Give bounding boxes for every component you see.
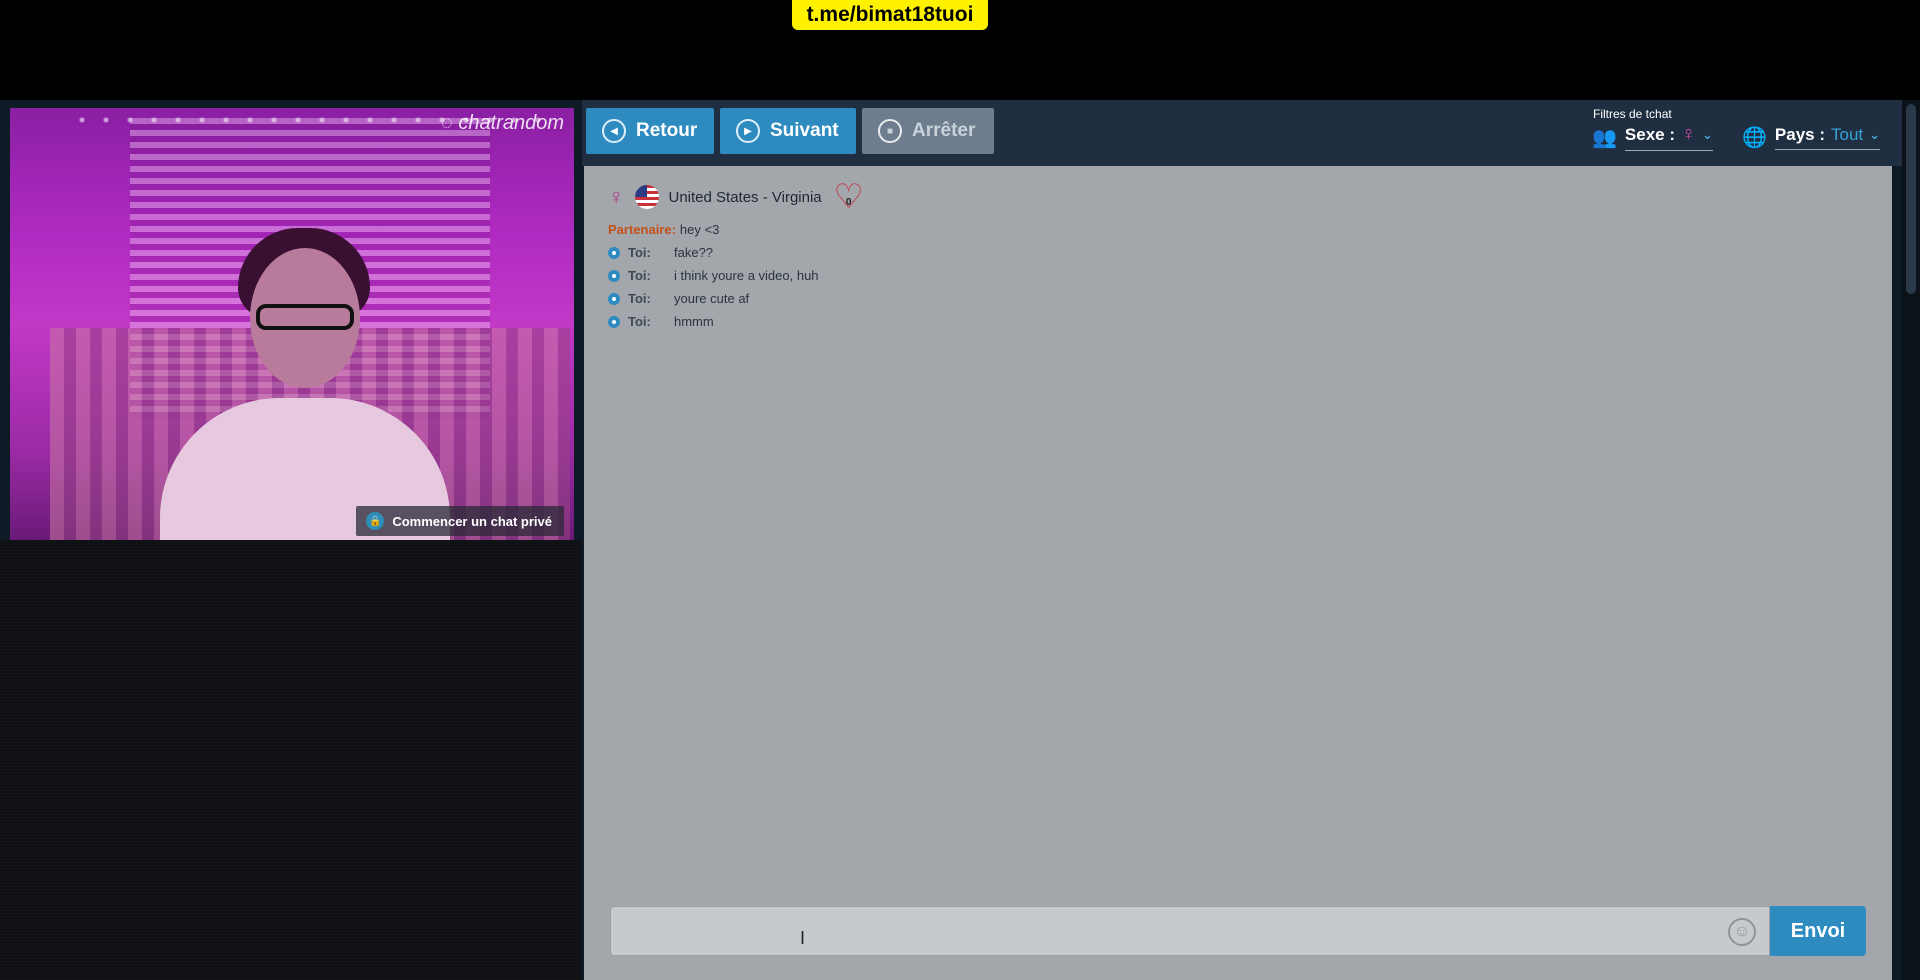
emoji-icon[interactable]: ☺ <box>1728 918 1756 946</box>
message-text: fake?? <box>674 245 714 260</box>
message-self: Toi: fake?? <box>608 241 1408 264</box>
partner-location: United States - Virginia <box>668 188 822 206</box>
top-black-bar: t.me/bimat18tuoi <box>0 0 1920 100</box>
country-filter[interactable]: 🌐 Pays : Tout ⌄ <box>1742 122 1881 152</box>
self-dot-icon <box>608 269 620 282</box>
you-label: Toi: <box>628 314 651 329</box>
us-flag-icon <box>634 185 659 209</box>
page-scrollbar[interactable] <box>1902 100 1920 980</box>
you-label: Toi: <box>628 291 651 306</box>
private-chat-label: Commencer un chat privé <box>392 513 552 529</box>
play-icon: ▶ <box>736 119 760 143</box>
country-label: Pays : <box>1774 124 1825 144</box>
scrollbar-thumb[interactable] <box>1906 104 1916 294</box>
chatrandom-logo: ◌ chatrandom <box>441 112 564 135</box>
message-composer: ☺ Envoi <box>610 906 1866 956</box>
female-symbol-icon: ♀ <box>608 184 625 209</box>
chevron-down-icon: ⌄ <box>1702 126 1713 142</box>
like-count: 0 <box>845 197 852 208</box>
self-dot-icon <box>608 246 620 259</box>
next-button[interactable]: ▶ Suivant <box>720 108 856 154</box>
partner-video: ◌ chatrandom 🔒 Commencer un chat privé <box>10 108 574 540</box>
message-list: Partenaire: hey <3 Toi: fake?? Toi: i th… <box>608 218 1408 333</box>
send-button[interactable]: Envoi <box>1770 906 1866 956</box>
globe-icon: 🌐 <box>1742 126 1767 149</box>
filters-label: Filtres de tchat <box>1593 107 1672 121</box>
partner-info: ♀ United States - Virginia ♡ 0 <box>608 180 866 214</box>
stop-label: Arrêter <box>912 120 976 141</box>
stop-icon: ■ <box>878 119 902 143</box>
people-icon: 👥 <box>1592 126 1617 149</box>
logo-text: chatrandom <box>458 112 564 134</box>
message-text: hmmm <box>674 314 714 329</box>
sex-label: Sexe : <box>1624 124 1675 144</box>
self-dot-icon <box>608 315 620 328</box>
watermark-badge: t.me/bimat18tuoi <box>792 0 988 30</box>
private-chat-button[interactable]: 🔒 Commencer un chat privé <box>356 506 564 536</box>
next-label: Suivant <box>770 120 839 141</box>
country-value: Tout <box>1831 124 1864 144</box>
female-symbol-icon: ♀ <box>1681 123 1696 145</box>
sex-select[interactable]: Sexe : ♀ ⌄ <box>1624 123 1713 151</box>
back-button[interactable]: ◀ Retour <box>586 108 714 154</box>
chevron-down-icon: ⌄ <box>1869 126 1881 142</box>
you-label: Toi: <box>628 245 651 260</box>
text-cursor-icon: I <box>800 928 806 948</box>
back-icon: ◀ <box>602 119 626 143</box>
message-self: Toi: i think youre a video, huh <box>608 264 1408 287</box>
message-input[interactable] <box>610 906 1770 956</box>
lock-icon: 🔒 <box>366 512 385 530</box>
message-self: Toi: hmmm <box>608 310 1408 333</box>
you-label: Toi: <box>628 268 651 283</box>
chat-panel: ♀ United States - Virginia ♡ 0 Partenair… <box>584 166 1892 980</box>
like-button[interactable]: ♡ 0 <box>832 180 866 214</box>
message-text: youre cute af <box>674 291 750 306</box>
self-dot-icon <box>608 292 620 305</box>
partner-label: Partenaire: <box>608 222 676 237</box>
self-video <box>0 540 582 980</box>
chat-toolbar: ◀ Retour ▶ Suivant ■ Arrêter Filtres de … <box>582 100 1902 166</box>
camera-icon: ◌ <box>440 112 453 134</box>
message-text: hey <3 <box>679 222 720 237</box>
message-partner: Partenaire: hey <3 <box>608 218 1408 241</box>
glasses <box>256 304 354 330</box>
message-self: Toi: youre cute af <box>608 287 1408 310</box>
stop-button[interactable]: ■ Arrêter <box>862 108 994 154</box>
country-select[interactable]: Pays : Tout ⌄ <box>1774 124 1881 150</box>
message-text: i think youre a video, huh <box>674 268 819 283</box>
back-label: Retour <box>636 120 698 141</box>
sex-filter[interactable]: 👥 Sexe : ♀ ⌄ <box>1592 122 1713 152</box>
